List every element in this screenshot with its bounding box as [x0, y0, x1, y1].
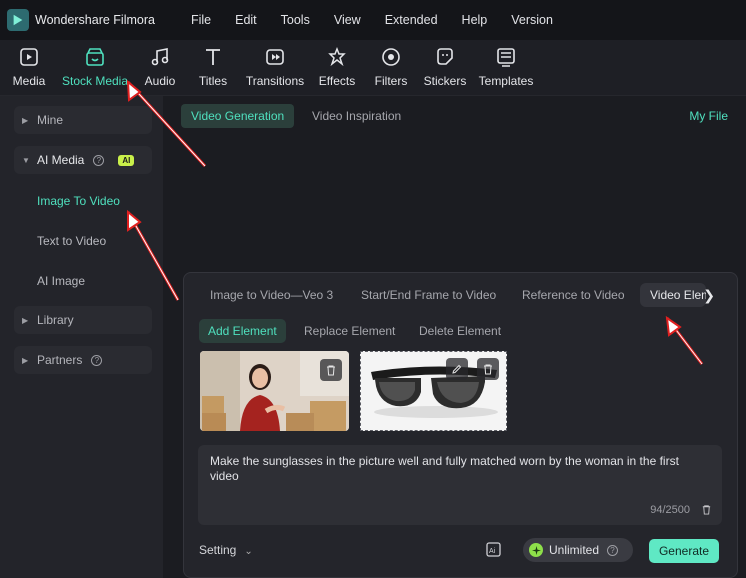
menu-version[interactable]: Version	[511, 13, 553, 27]
ai-badge: AI	[118, 154, 135, 166]
caret-down-icon: ▼	[22, 155, 30, 165]
menu-extended[interactable]: Extended	[385, 13, 438, 27]
edit-pencil-icon[interactable]	[446, 358, 468, 380]
trash-icon[interactable]	[320, 359, 342, 381]
my-file-link[interactable]: My File	[689, 109, 728, 123]
menu-bar: File Edit Tools View Extended Help Versi…	[191, 13, 577, 27]
prompt-textarea[interactable]: Make the sunglasses in the picture well …	[198, 445, 722, 525]
sidebar: ▶ Mine ▼ AI Media ? AI Image To Video Te…	[0, 96, 163, 578]
audio-icon	[151, 48, 169, 66]
filters-icon	[382, 48, 400, 66]
prompt-text: Make the sunglasses in the picture well …	[210, 454, 679, 483]
tab-video-inspiration[interactable]: Video Inspiration	[302, 104, 411, 128]
effects-icon	[328, 46, 346, 67]
element-thumbnail[interactable]	[360, 351, 507, 431]
credits-star-icon	[529, 543, 543, 557]
subtab-delete-element[interactable]: Delete Element	[419, 319, 501, 343]
stock-media-icon	[86, 48, 104, 66]
tool-stickers[interactable]: Stickers	[422, 40, 468, 96]
chevron-down-icon: ⌄	[244, 546, 253, 557]
sidebar-item-mine[interactable]: ▶ Mine	[14, 106, 152, 134]
tool-effects[interactable]: Effects	[314, 40, 360, 96]
unlimited-credits-badge[interactable]: Unlimited ?	[523, 538, 633, 562]
filmora-logo-icon	[7, 9, 29, 31]
toolbar: Media Stock Media Audio Titles Transitio…	[0, 40, 746, 96]
chevron-right-icon[interactable]: ❯	[703, 287, 715, 304]
stickers-icon	[437, 48, 453, 65]
setting-dropdown[interactable]: Setting ⌄	[199, 543, 253, 557]
tab-image-to-video-veo3[interactable]: Image to Video—Veo 3	[210, 283, 333, 307]
generation-panel: Image to Video—Veo 3 Start/End Frame to …	[183, 272, 738, 578]
caret-right-icon: ▶	[22, 315, 29, 325]
svg-text:Ai: Ai	[489, 548, 496, 555]
tool-stock-media[interactable]: Stock Media	[60, 40, 130, 96]
menu-edit[interactable]: Edit	[235, 13, 257, 27]
video-thumbnail[interactable]	[200, 351, 349, 431]
help-icon[interactable]: ?	[607, 544, 619, 556]
tool-transitions[interactable]: Transitions	[246, 40, 304, 96]
media-icon	[20, 48, 38, 66]
trash-icon[interactable]	[477, 358, 499, 380]
subtab-replace-element[interactable]: Replace Element	[304, 319, 395, 343]
char-counter: 94/2500	[650, 504, 690, 516]
subtab-add-element[interactable]: Add Element	[199, 319, 286, 343]
sidebar-item-partners[interactable]: ▶ Partners ?	[14, 346, 152, 374]
sidebar-item-image-to-video[interactable]: Image To Video	[37, 194, 120, 208]
tab-reference-to-video[interactable]: Reference to Video	[522, 283, 625, 307]
tool-audio[interactable]: Audio	[140, 40, 180, 96]
tool-media[interactable]: Media	[8, 40, 50, 96]
templates-icon	[497, 48, 515, 67]
sidebar-item-text-to-video[interactable]: Text to Video	[37, 234, 106, 248]
titles-icon	[206, 49, 220, 65]
caret-right-icon: ▶	[22, 355, 29, 365]
tool-filters[interactable]: Filters	[370, 40, 412, 96]
app-name: Wondershare Filmora	[35, 13, 155, 27]
caret-right-icon: ▶	[22, 115, 29, 125]
menu-help[interactable]: Help	[462, 13, 488, 27]
transitions-icon	[266, 49, 284, 65]
sidebar-item-ai-image[interactable]: AI Image	[37, 274, 85, 288]
help-icon[interactable]: ?	[91, 354, 103, 366]
sidebar-item-ai-media[interactable]: ▼ AI Media ? AI	[14, 146, 152, 174]
help-icon[interactable]: ?	[93, 154, 105, 166]
sidebar-item-library[interactable]: ▶ Library	[14, 306, 152, 334]
menu-view[interactable]: View	[334, 13, 361, 27]
menu-file[interactable]: File	[191, 13, 211, 27]
tab-video-generation[interactable]: Video Generation	[181, 104, 295, 128]
generate-button[interactable]: Generate	[649, 539, 719, 563]
ai-image-icon[interactable]: Ai	[484, 540, 504, 560]
tool-titles[interactable]: Titles	[190, 40, 236, 96]
menu-tools[interactable]: Tools	[281, 13, 310, 27]
tab-video-element[interactable]: Video Element	[640, 283, 706, 307]
title-bar: Wondershare Filmora File Edit Tools View…	[0, 0, 746, 40]
tool-templates[interactable]: Templates	[478, 40, 534, 96]
clear-trash-icon[interactable]	[701, 504, 712, 519]
tab-start-end-frame[interactable]: Start/End Frame to Video	[361, 283, 496, 307]
